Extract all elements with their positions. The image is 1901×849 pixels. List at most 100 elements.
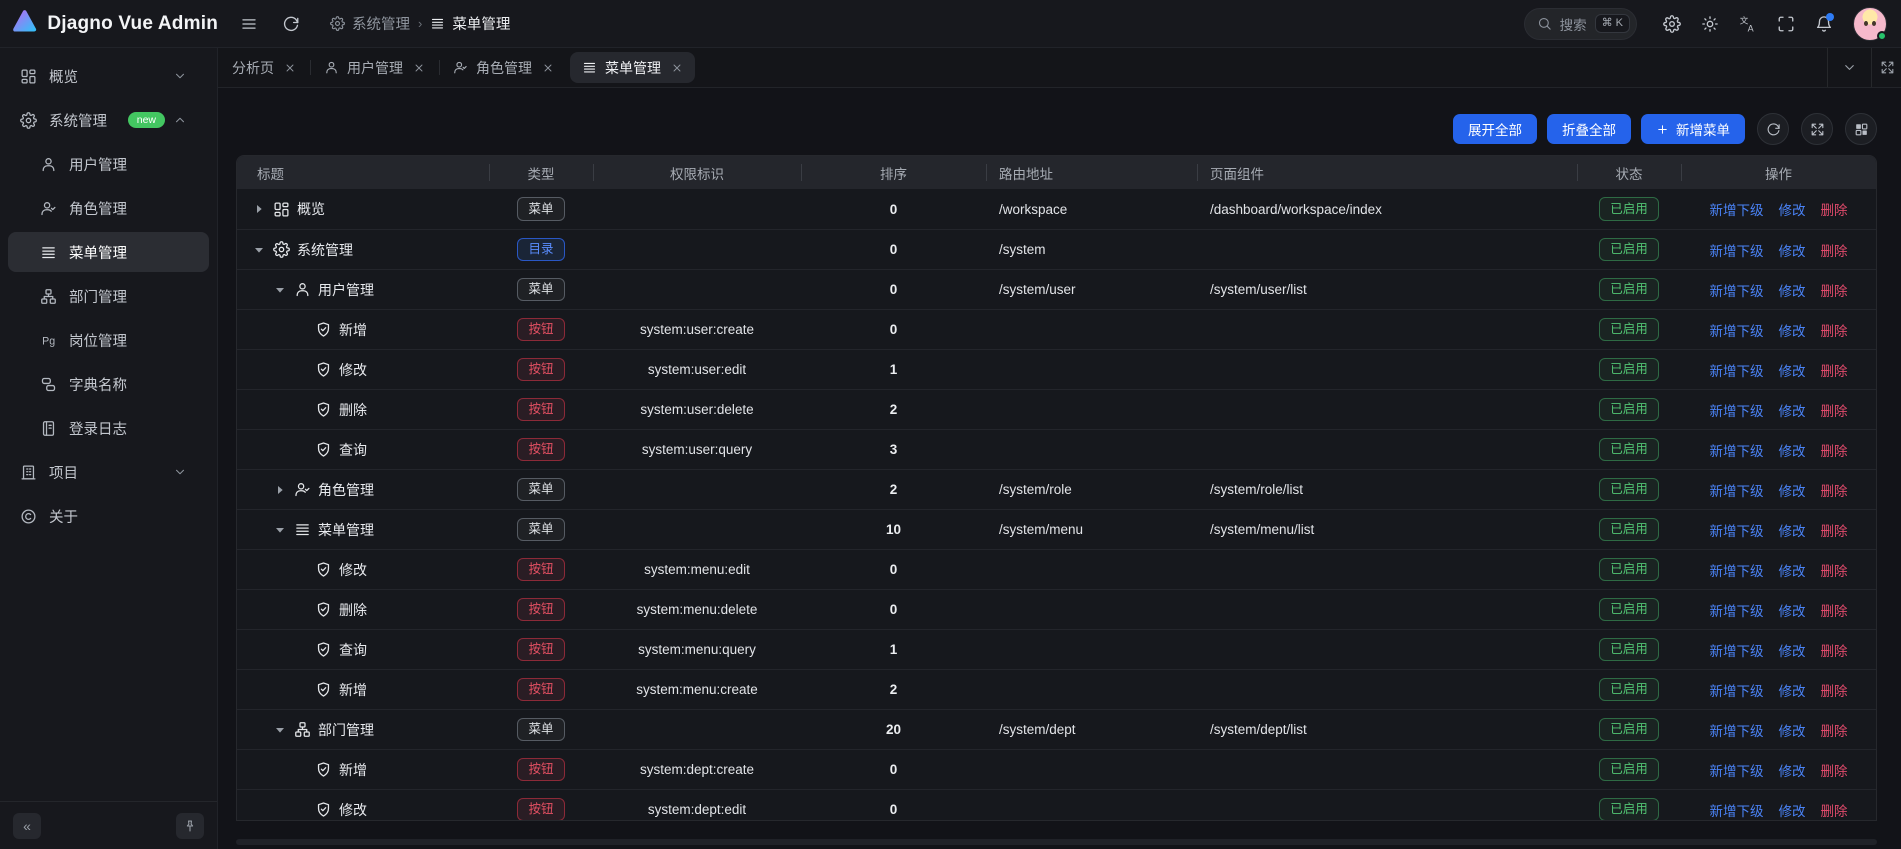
action-新增下级[interactable]: 新增下级 <box>1710 800 1764 820</box>
table-fullscreen-button[interactable] <box>1801 113 1833 145</box>
action-删除[interactable]: 删除 <box>1821 480 1848 500</box>
menu-table: 标题类型权限标识排序路由地址页面组件状态操作 概览菜单0/workspace/d… <box>236 155 1877 821</box>
action-删除[interactable]: 删除 <box>1821 640 1848 660</box>
row-title: 删除 <box>339 400 367 420</box>
action-修改[interactable]: 修改 <box>1779 640 1806 660</box>
action-修改[interactable]: 修改 <box>1779 440 1806 460</box>
action-新增下级[interactable]: 新增下级 <box>1710 400 1764 420</box>
action-删除[interactable]: 删除 <box>1821 520 1848 540</box>
expand-all-button[interactable]: 展开全部 <box>1453 114 1537 144</box>
cell-sort: 0 <box>801 282 986 297</box>
sidebar-item-部门管理[interactable]: 部门管理 <box>8 276 209 316</box>
language-button[interactable]: 文A <box>1731 7 1765 41</box>
fullscreen-button[interactable] <box>1769 7 1803 41</box>
action-修改[interactable]: 修改 <box>1779 280 1806 300</box>
add-menu-button[interactable]: 新增菜单 <box>1641 114 1745 144</box>
action-新增下级[interactable]: 新增下级 <box>1710 480 1764 500</box>
action-新增下级[interactable]: 新增下级 <box>1710 560 1764 580</box>
action-新增下级[interactable]: 新增下级 <box>1710 360 1764 380</box>
action-修改[interactable]: 修改 <box>1779 320 1806 340</box>
action-删除[interactable]: 删除 <box>1821 760 1848 780</box>
tab-用户管理[interactable]: 用户管理 <box>310 48 439 87</box>
action-修改[interactable]: 修改 <box>1779 760 1806 780</box>
action-删除[interactable]: 删除 <box>1821 400 1848 420</box>
action-新增下级[interactable]: 新增下级 <box>1710 680 1764 700</box>
action-修改[interactable]: 修改 <box>1779 680 1806 700</box>
action-删除[interactable]: 删除 <box>1821 240 1848 260</box>
action-新增下级[interactable]: 新增下级 <box>1710 240 1764 260</box>
tab-分析页[interactable]: 分析页 <box>218 48 310 87</box>
action-新增下级[interactable]: 新增下级 <box>1710 720 1764 740</box>
action-新增下级[interactable]: 新增下级 <box>1710 760 1764 780</box>
sidebar-item-菜单管理[interactable]: 菜单管理 <box>8 232 209 272</box>
tab-label: 分析页 <box>232 58 274 78</box>
action-新增下级[interactable]: 新增下级 <box>1710 440 1764 460</box>
action-删除[interactable]: 删除 <box>1821 560 1848 580</box>
action-新增下级[interactable]: 新增下级 <box>1710 199 1764 219</box>
cell-sort: 0 <box>801 562 986 577</box>
sidebar-item-岗位管理[interactable]: Pg岗位管理 <box>8 320 209 360</box>
global-search-button[interactable]: 搜索 ⌘ K <box>1524 8 1637 40</box>
action-删除[interactable]: 删除 <box>1821 600 1848 620</box>
action-修改[interactable]: 修改 <box>1779 560 1806 580</box>
action-修改[interactable]: 修改 <box>1779 360 1806 380</box>
tree-icon <box>40 288 57 305</box>
action-删除[interactable]: 删除 <box>1821 320 1848 340</box>
sidebar-item-登录日志[interactable]: 登录日志 <box>8 408 209 448</box>
chevron-down-icon <box>1842 60 1857 75</box>
action-删除[interactable]: 删除 <box>1821 800 1848 820</box>
notifications-button[interactable] <box>1807 7 1841 41</box>
action-修改[interactable]: 修改 <box>1779 720 1806 740</box>
action-删除[interactable]: 删除 <box>1821 720 1848 740</box>
sidebar-item-概览[interactable]: 概览 <box>8 56 209 96</box>
action-删除[interactable]: 删除 <box>1821 440 1848 460</box>
action-删除[interactable]: 删除 <box>1821 280 1848 300</box>
action-删除[interactable]: 删除 <box>1821 360 1848 380</box>
action-新增下级[interactable]: 新增下级 <box>1710 640 1764 660</box>
collapse-all-button[interactable]: 折叠全部 <box>1547 114 1631 144</box>
action-修改[interactable]: 修改 <box>1779 800 1806 820</box>
theme-toggle-button[interactable] <box>1693 7 1727 41</box>
tree-collapse-icon[interactable] <box>272 522 288 538</box>
sidebar-item-字典名称[interactable]: 字典名称 <box>8 364 209 404</box>
action-修改[interactable]: 修改 <box>1779 480 1806 500</box>
refresh-page-button[interactable] <box>274 7 308 41</box>
content-fullscreen-button[interactable] <box>1871 48 1901 87</box>
action-新增下级[interactable]: 新增下级 <box>1710 280 1764 300</box>
tree-expand-icon[interactable] <box>272 482 288 498</box>
action-修改[interactable]: 修改 <box>1779 400 1806 420</box>
tree-collapse-icon[interactable] <box>251 242 267 258</box>
sidebar-item-用户管理[interactable]: 用户管理 <box>8 144 209 184</box>
action-新增下级[interactable]: 新增下级 <box>1710 320 1764 340</box>
tab-角色管理[interactable]: 角色管理 <box>439 48 568 87</box>
sidebar-item-角色管理[interactable]: 角色管理 <box>8 188 209 228</box>
breadcrumb-item-system[interactable]: 系统管理 <box>330 13 410 34</box>
tree-collapse-icon[interactable] <box>272 722 288 738</box>
sidebar-item-关于[interactable]: 关于 <box>8 496 209 536</box>
action-修改[interactable]: 修改 <box>1779 600 1806 620</box>
tree-collapse-icon[interactable] <box>272 282 288 298</box>
action-删除[interactable]: 删除 <box>1821 199 1848 219</box>
sidebar-item-label: 关于 <box>49 506 199 527</box>
sidebar-collapse-button[interactable]: « <box>13 813 41 839</box>
table-columns-button[interactable] <box>1845 113 1877 145</box>
breadcrumb-item-menu[interactable]: 菜单管理 <box>430 13 510 34</box>
table-refresh-button[interactable] <box>1757 113 1789 145</box>
sidebar-item-系统管理[interactable]: 系统管理new <box>8 100 209 140</box>
tab-菜单管理[interactable]: 菜单管理 <box>568 48 697 87</box>
action-修改[interactable]: 修改 <box>1779 240 1806 260</box>
action-修改[interactable]: 修改 <box>1779 520 1806 540</box>
tab-list-dropdown-button[interactable] <box>1827 48 1871 87</box>
tree-expand-icon[interactable] <box>251 201 267 217</box>
settings-button[interactable] <box>1655 7 1689 41</box>
sidebar-toggle-button[interactable] <box>232 7 266 41</box>
sidebar-pin-button[interactable] <box>176 813 204 839</box>
user-avatar[interactable] <box>1853 7 1887 41</box>
horizontal-scrollbar[interactable] <box>236 839 1877 845</box>
tab-bar: 分析页 用户管理角色管理菜单管理 <box>218 48 1901 88</box>
action-修改[interactable]: 修改 <box>1779 199 1806 219</box>
sidebar-item-项目[interactable]: 项目 <box>8 452 209 492</box>
action-新增下级[interactable]: 新增下级 <box>1710 520 1764 540</box>
action-新增下级[interactable]: 新增下级 <box>1710 600 1764 620</box>
action-删除[interactable]: 删除 <box>1821 680 1848 700</box>
